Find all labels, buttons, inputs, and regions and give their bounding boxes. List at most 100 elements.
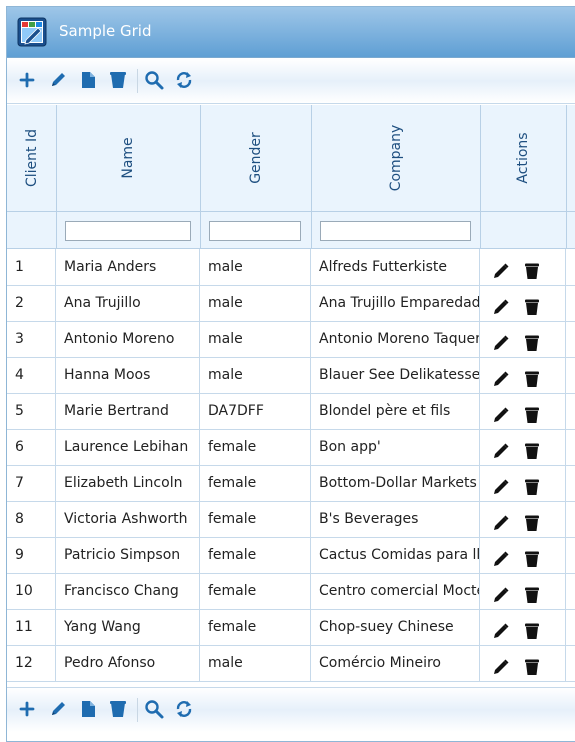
trash-icon: [110, 72, 126, 88]
gender-cell: female: [200, 501, 311, 537]
row-edit-button[interactable]: [492, 366, 510, 386]
row-edit-button[interactable]: [492, 258, 510, 278]
row-edit-button[interactable]: [492, 618, 510, 638]
row-edit-button[interactable]: [492, 546, 510, 566]
row-delete-button[interactable]: [523, 654, 541, 675]
pencil-icon: [52, 73, 65, 86]
toolbar-separator: [137, 698, 138, 722]
row-edit-button[interactable]: [492, 582, 510, 602]
table-row[interactable]: 5 Marie Bertrand DA7DFF Blondel père et fil…: [7, 393, 575, 430]
column-header-company[interactable]: Company: [311, 105, 481, 211]
pencil-icon: [494, 587, 509, 602]
window-title: Sample Grid: [59, 22, 152, 40]
row-edit-button[interactable]: [492, 510, 510, 530]
column-header-client-id[interactable]: Client Id: [7, 105, 57, 211]
row-edit-button[interactable]: [492, 438, 510, 458]
table-row[interactable]: 9 Patricio Simpson female Cactus Comidas pa…: [7, 537, 575, 574]
bottom-toolbar: [7, 687, 575, 732]
row-edit-button[interactable]: [492, 474, 510, 494]
client-id-cell: 5: [7, 393, 56, 429]
row-edit-button[interactable]: [492, 402, 510, 422]
title-bar: Sample Grid: [7, 7, 575, 58]
column-header-label: Name: [120, 137, 136, 179]
name-cell: Antonio Moreno: [56, 321, 200, 357]
actions-cell: [480, 285, 566, 321]
column-header-name[interactable]: Name: [56, 105, 201, 211]
edit-button[interactable]: [47, 698, 69, 720]
table-row[interactable]: 3 Antonio Moreno male Antonio Moreno Taquer…: [7, 321, 575, 358]
column-header-label: Gender: [247, 132, 264, 184]
pencil-icon: [494, 443, 509, 458]
row-delete-button[interactable]: [523, 258, 541, 279]
top-toolbar: [7, 59, 575, 104]
row-edit-button[interactable]: [492, 330, 510, 350]
table-row[interactable]: 4 Hanna Moos male Blauer See Delikatessen: [7, 357, 575, 394]
table-row[interactable]: 2 Ana Trujillo male Ana Trujillo Emparedado…: [7, 285, 575, 322]
table-row[interactable]: 1 Maria Anders male Alfreds Futterkiste: [7, 249, 575, 286]
name-cell: Pedro Afonso: [56, 645, 200, 681]
row-delete-button[interactable]: [523, 330, 541, 351]
table-row[interactable]: 6 Laurence Lebihan female Bon app': [7, 429, 575, 466]
row-delete-button[interactable]: [523, 294, 541, 315]
filter-row: [7, 212, 575, 249]
pencil-icon: [494, 371, 509, 386]
row-delete-button[interactable]: [523, 546, 541, 567]
table-row[interactable]: 7 Elizabeth Lincoln female Bottom-Dollar Ma…: [7, 465, 575, 502]
gender-cell: female: [200, 573, 311, 609]
client-id-cell: 11: [7, 609, 56, 645]
pencil-icon: [52, 702, 65, 715]
row-delete-button[interactable]: [523, 366, 541, 387]
name-filter-input[interactable]: [65, 221, 191, 241]
pencil-icon: [494, 479, 509, 494]
delete-button[interactable]: [107, 698, 129, 720]
table-row[interactable]: 11 Yang Wang female Chop-suey Chinese: [7, 609, 575, 646]
company-filter-input[interactable]: [320, 221, 471, 241]
actions-cell: [480, 429, 566, 465]
row-delete-button[interactable]: [523, 438, 541, 459]
row-delete-button[interactable]: [523, 402, 541, 423]
add-button[interactable]: [16, 69, 38, 91]
gender-filter-input[interactable]: [209, 221, 301, 241]
trash-icon: [525, 479, 539, 495]
document-icon: [82, 72, 95, 88]
refresh-button[interactable]: [173, 698, 195, 720]
row-delete-button[interactable]: [523, 582, 541, 603]
toolbar-separator: [137, 69, 138, 93]
row-delete-button[interactable]: [523, 618, 541, 639]
trash-icon: [525, 263, 539, 279]
actions-cell: [480, 357, 566, 393]
column-header-label: Actions: [515, 132, 531, 184]
edit-button[interactable]: [47, 69, 69, 91]
table-row[interactable]: 10 Francisco Chang female Centro comercial …: [7, 573, 575, 610]
row-delete-button[interactable]: [523, 510, 541, 531]
gender-cell: male: [200, 357, 311, 393]
pencil-icon: [494, 623, 509, 638]
gender-cell: male: [200, 321, 311, 357]
name-cell: Patricio Simpson: [56, 537, 200, 573]
column-header-label: Client Id: [23, 129, 40, 187]
table-row[interactable]: 12 Pedro Afonso male Comércio Mineiro: [7, 645, 575, 682]
client-id-cell: 9: [7, 537, 56, 573]
name-cell: Elizabeth Lincoln: [56, 465, 200, 501]
view-button[interactable]: [77, 69, 99, 91]
name-cell: Maria Anders: [56, 249, 200, 285]
client-id-cell: 2: [7, 285, 56, 321]
delete-button[interactable]: [107, 69, 129, 91]
column-header-gender[interactable]: Gender: [200, 105, 312, 211]
row-delete-button[interactable]: [523, 474, 541, 495]
company-cell: Alfreds Futterkiste: [311, 249, 480, 285]
pencil-icon: [494, 299, 509, 314]
row-edit-button[interactable]: [492, 294, 510, 314]
table-row[interactable]: 8 Victoria Ashworth female B's Beverages: [7, 501, 575, 538]
search-button[interactable]: [143, 69, 165, 91]
refresh-icon: [176, 701, 192, 717]
add-button[interactable]: [16, 698, 38, 720]
refresh-icon: [176, 72, 192, 88]
search-button[interactable]: [143, 698, 165, 720]
refresh-button[interactable]: [173, 69, 195, 91]
view-button[interactable]: [77, 698, 99, 720]
actions-cell: [480, 501, 566, 537]
company-cell: Blondel père et fils: [311, 393, 480, 429]
row-edit-button[interactable]: [492, 654, 510, 674]
gender-cell: male: [200, 249, 311, 285]
